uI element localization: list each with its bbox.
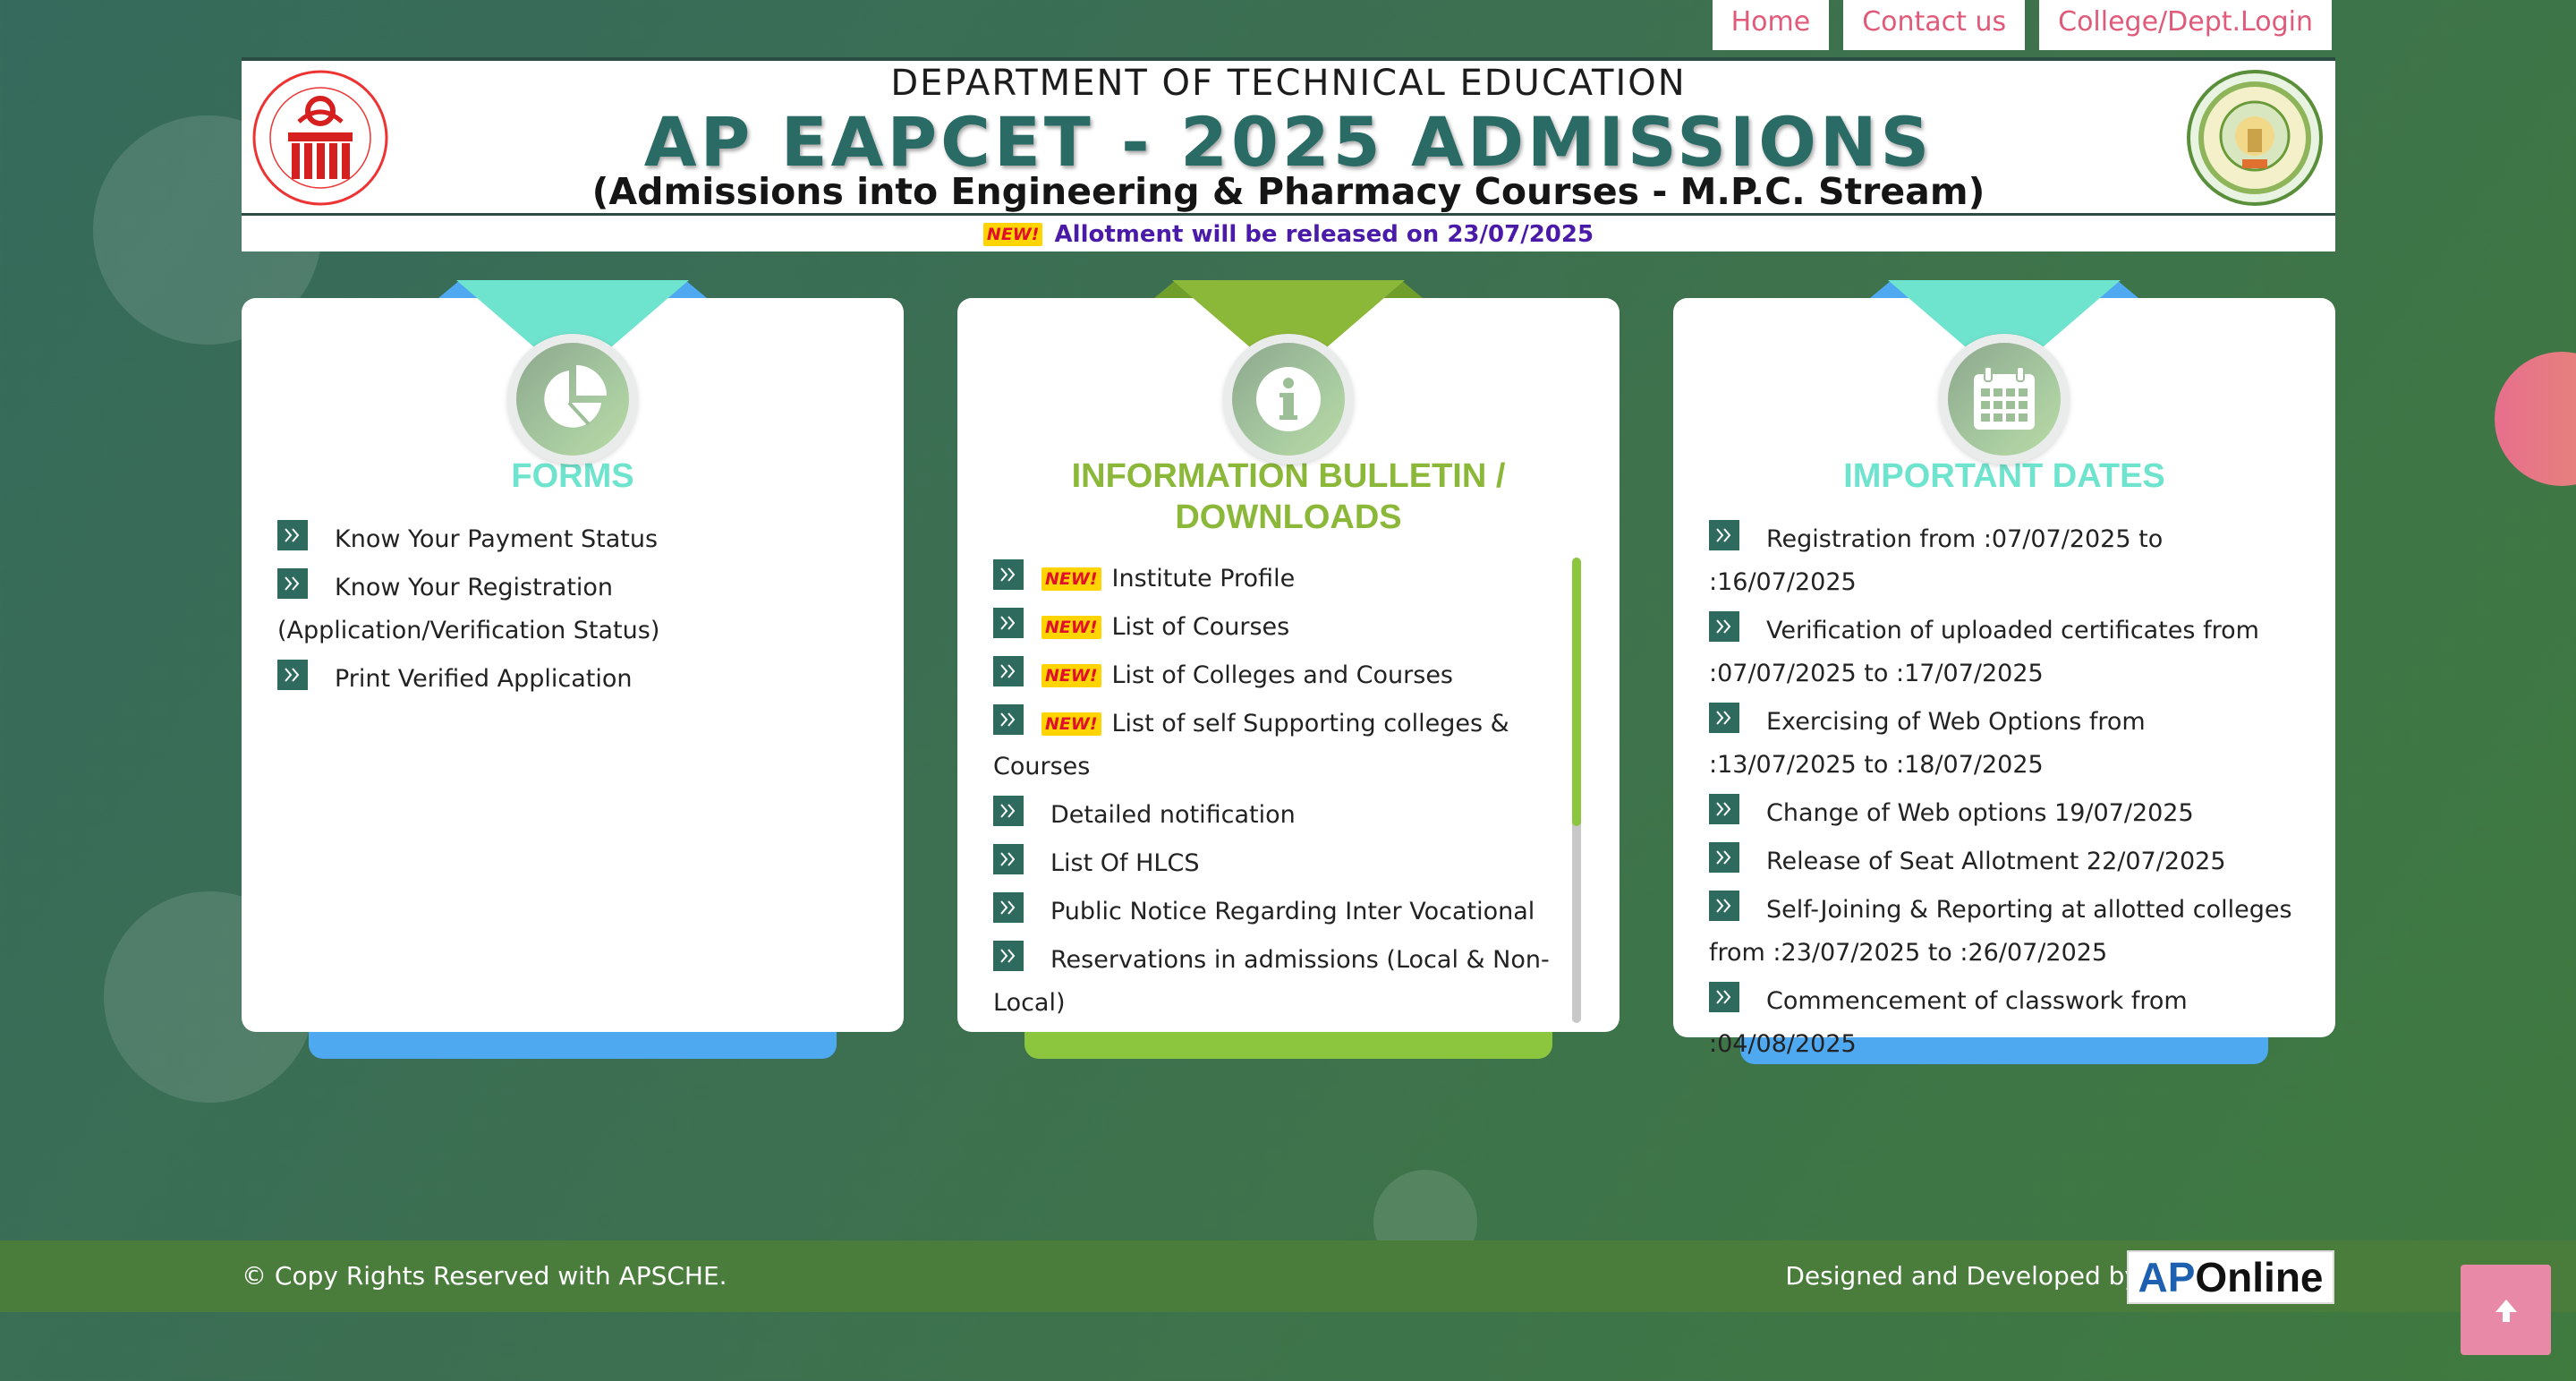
pie-chart-icon [507, 334, 638, 465]
list-item-label: Verification of uploaded certificates fr… [1709, 617, 2259, 687]
bulletin-scrollbar[interactable] [1572, 558, 1581, 1023]
double-chevron-right-icon [1709, 982, 1739, 1012]
list-item-label: Print Verified Application [335, 665, 633, 693]
copyright-text: © Copy Rights Reserved with APSCHE. [242, 1261, 727, 1291]
arrow-up-icon [2495, 1299, 2517, 1322]
new-badge: NEW! [1041, 616, 1101, 639]
header-banner: DEPARTMENT OF TECHNICAL EDUCATION AP EAP… [242, 57, 2335, 216]
list-item-label: Detailed notification [1050, 801, 1296, 829]
top-navigation: Home Contact us College/Dept.Login [1712, 0, 2332, 50]
double-chevron-right-icon [1709, 520, 1739, 550]
list-item-label: Change of Web options 19/07/2025 [1766, 799, 2194, 827]
double-chevron-right-icon [993, 796, 1024, 826]
list-item[interactable]: Change of Web options 19/07/2025 [1709, 792, 2300, 835]
double-chevron-right-icon [993, 844, 1024, 874]
new-badge: NEW! [1041, 664, 1101, 687]
announcement-ticker[interactable]: NEW! Allotment will be released on 23/07… [242, 216, 2335, 251]
list-item[interactable]: Print Verified Application [277, 658, 868, 701]
scrollbar-thumb[interactable] [1572, 558, 1581, 826]
double-chevron-right-icon [993, 608, 1024, 638]
list-item-label: Public Notice Regarding Inter Vocational [1050, 898, 1535, 925]
list-item-label: Institute Profile [1111, 565, 1296, 592]
ap-state-emblem-icon [2187, 70, 2323, 206]
list-item[interactable]: Verification of uploaded certificates fr… [1709, 610, 2300, 695]
forms-list: Know Your Payment Status Know Your Regis… [277, 518, 868, 706]
list-item[interactable]: NEW! List of Courses [993, 606, 1566, 649]
calendar-icon [1939, 334, 2070, 465]
double-chevron-right-icon [993, 892, 1024, 923]
footer: © Copy Rights Reserved with APSCHE. Desi… [0, 1240, 2576, 1312]
aponline-logo[interactable]: AP Online [2127, 1250, 2334, 1304]
list-item-label: Know Your Registration (Application/Veri… [277, 574, 660, 644]
list-item-label: Know Your Payment Status [335, 525, 659, 553]
brand-ap: AP [2138, 1254, 2196, 1300]
new-badge: NEW! [1041, 712, 1101, 736]
list-item[interactable]: Commencement of classwork from :04/08/20… [1709, 980, 2300, 1066]
double-chevron-right-icon [1709, 891, 1739, 921]
double-chevron-right-icon [993, 559, 1024, 590]
list-item[interactable]: Reservations in admissions (Local & Non-… [993, 939, 1566, 1025]
nav-home-link[interactable]: Home [1712, 0, 1830, 50]
new-badge: NEW! [982, 222, 1043, 246]
list-item[interactable]: Public Notice Regarding Inter Vocational [993, 891, 1566, 933]
designed-by-text: Designed and Developed by [1785, 1261, 2139, 1291]
list-item[interactable]: Know Your Registration (Application/Veri… [277, 567, 868, 652]
list-item[interactable]: List Of HLCS [993, 842, 1566, 885]
scroll-to-top-button[interactable] [2461, 1265, 2551, 1355]
list-item[interactable]: Know Your Payment Status [277, 518, 868, 561]
department-heading: DEPARTMENT OF TECHNICAL EDUCATION [890, 63, 1687, 104]
double-chevron-right-icon [1709, 794, 1739, 824]
nav-college-login-link[interactable]: College/Dept.Login [2039, 0, 2332, 50]
list-item[interactable]: Release of Seat Allotment 22/07/2025 [1709, 840, 2300, 883]
decorative-bubble [2495, 352, 2576, 486]
list-item[interactable]: NEW! List of Colleges and Courses [993, 654, 1566, 697]
double-chevron-right-icon [277, 568, 308, 599]
list-item-label: List Of HLCS [1050, 849, 1200, 877]
list-item[interactable]: Self-Joining & Reporting at allotted col… [1709, 889, 2300, 975]
dates-list: Registration from :07/07/2025 to :16/07/… [1709, 518, 2300, 1071]
double-chevron-right-icon [993, 941, 1024, 971]
double-chevron-right-icon [277, 520, 308, 550]
bulletin-list: NEW! Institute Profile NEW! List of Course… [993, 558, 1566, 1030]
list-item-label: Exercising of Web Options from :13/07/20… [1709, 708, 2146, 779]
page-subtitle: (Admissions into Engineering & Pharmacy … [591, 170, 1985, 213]
nav-contact-link[interactable]: Contact us [1843, 0, 2026, 50]
list-item-label: Self-Joining & Reporting at allotted col… [1709, 896, 2292, 967]
list-item[interactable]: Exercising of Web Options from :13/07/20… [1709, 701, 2300, 787]
list-item[interactable]: NEW! List of self Supporting colleges & C… [993, 703, 1566, 789]
list-item[interactable]: Registration from :07/07/2025 to :16/07/… [1709, 518, 2300, 604]
new-badge: NEW! [1041, 567, 1101, 591]
list-item[interactable]: NEW! Institute Profile [993, 558, 1566, 601]
double-chevron-right-icon [993, 656, 1024, 686]
bulletin-title: INFORMATION BULLETIN / DOWNLOADS [1071, 457, 1506, 536]
double-chevron-right-icon [1709, 611, 1739, 642]
list-item-label: Release of Seat Allotment 22/07/2025 [1766, 848, 2226, 875]
double-chevron-right-icon [1709, 842, 1739, 873]
ticker-text: Allotment will be released on 23/07/2025 [1054, 220, 1594, 248]
double-chevron-right-icon [993, 704, 1024, 735]
list-item-label: List of Colleges and Courses [1111, 661, 1453, 689]
double-chevron-right-icon [277, 660, 308, 690]
list-item[interactable]: Detailed notification [993, 794, 1566, 837]
list-item-label: Registration from :07/07/2025 to :16/07/… [1709, 525, 2164, 596]
info-icon [1223, 334, 1354, 465]
list-item-label: Reservations in admissions (Local & Non-… [993, 946, 1550, 1017]
list-item-label: List of Courses [1111, 613, 1290, 641]
double-chevron-right-icon [1709, 703, 1739, 733]
brand-online: Online [2195, 1254, 2324, 1300]
list-item-label: Commencement of classwork from :04/08/20… [1709, 987, 2188, 1058]
